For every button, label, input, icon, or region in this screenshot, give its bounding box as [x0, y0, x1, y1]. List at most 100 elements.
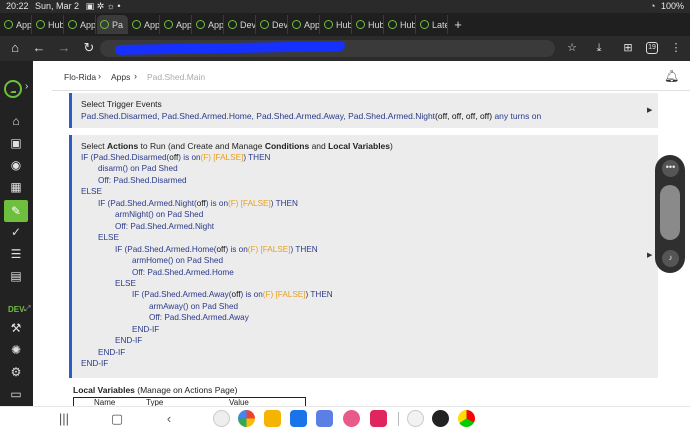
new-tab-button[interactable]: +	[448, 17, 468, 32]
action-line[interactable]: armNight() on Pad Shed	[115, 210, 203, 219]
action-line[interactable]: END-IF	[98, 348, 125, 357]
bulb-icon[interactable]: ◉	[8, 157, 24, 173]
more-icon[interactable]: •••	[662, 160, 679, 177]
expand-arrow-icon[interactable]: ▶	[647, 251, 652, 259]
redacted-url	[114, 40, 346, 56]
action-line[interactable]: Off: Pad.Shed.Armed.Away	[149, 313, 249, 322]
action-token: off	[196, 198, 206, 208]
action-token: ELSE	[98, 233, 119, 243]
recents-icon[interactable]: |||	[55, 411, 73, 427]
action-line[interactable]: armAway() on Pad Shed	[149, 302, 238, 311]
chrome-icon[interactable]	[238, 410, 255, 427]
trigger-events-card[interactable]: Select Trigger Events Pad.Shed.Disarmed,…	[69, 93, 658, 128]
tab-label: Devi	[240, 19, 256, 30]
column-header-name: Name	[94, 398, 116, 406]
download-icon[interactable]: ⤓	[591, 41, 607, 56]
devices-icon[interactable]: ▣	[8, 135, 24, 151]
browser-tab[interactable]: Hub	[321, 15, 352, 34]
bell-icon[interactable]: 🔔︎	[664, 69, 679, 83]
action-line[interactable]: ELSE	[115, 279, 136, 288]
apps-grid-icon[interactable]	[213, 410, 230, 427]
trigger-devices: Pad.Shed.Disarmed, Pad.Shed.Armed.Home, …	[81, 111, 436, 121]
system-dock: ||| ▢ ‹	[0, 406, 690, 431]
music-icon[interactable]: ♪	[662, 250, 679, 267]
settings-sliders-icon[interactable]: ☰	[8, 246, 24, 262]
action-line[interactable]: END-IF	[81, 359, 108, 368]
tools-icon[interactable]: ⚒	[8, 320, 24, 336]
action-line[interactable]: armHome() on Pad Shed	[132, 256, 223, 265]
browser-tab[interactable]: Apps	[161, 15, 192, 34]
hubitat-logo[interactable]	[4, 80, 22, 98]
scroll-handle[interactable]	[660, 185, 680, 240]
tab-count-button[interactable]: 19	[646, 42, 658, 54]
action-line[interactable]: Off: Pad.Shed.Armed.Night	[115, 222, 214, 231]
messages-icon[interactable]	[316, 410, 333, 427]
browser-tab[interactable]: Devi	[257, 15, 288, 34]
browser-tab[interactable]: Hub	[353, 15, 384, 34]
home-icon[interactable]: ⌂	[6, 40, 24, 56]
action-line[interactable]: END-IF	[132, 325, 159, 334]
dev-label: DEV	[8, 305, 25, 314]
action-line[interactable]: END-IF	[115, 336, 142, 345]
expand-icon[interactable]: ⤢	[24, 304, 30, 314]
chevron-right-icon[interactable]: ›	[25, 81, 28, 92]
browser-tab[interactable]: Apps	[289, 15, 320, 34]
browser-tab[interactable]: Devi	[225, 15, 256, 34]
apps-icon[interactable]: ▦	[8, 179, 24, 195]
folder-app-icon[interactable]	[264, 410, 281, 427]
action-line[interactable]: Off: Pad.Shed.Armed.Home	[132, 268, 234, 277]
bug-icon[interactable]: ✺	[8, 342, 24, 358]
automation-icon[interactable]: ✎	[4, 200, 28, 222]
action-token: ) THEN	[305, 290, 333, 300]
action-line[interactable]: disarm() on Pad Shed	[98, 164, 178, 173]
breadcrumb-root[interactable]: Flo-Rida	[64, 72, 96, 82]
back-icon[interactable]: ‹	[160, 411, 178, 427]
logs-icon[interactable]: ▤	[8, 268, 24, 284]
check-icon[interactable]: ✓	[8, 224, 24, 240]
action-line[interactable]: Off: Pad.Shed.Disarmed	[98, 176, 187, 185]
action-line[interactable]: ELSE	[81, 187, 102, 196]
browser-tab[interactable]: Apps	[129, 15, 160, 34]
actions-card[interactable]: Select Actions to Run (and Create and Ma…	[69, 135, 658, 378]
local-variables-label: Local Variables (Manage on Actions Page)	[73, 385, 238, 395]
translate-icon[interactable]: ⊞	[620, 41, 636, 56]
hubitat-app-icon[interactable]	[432, 410, 449, 427]
browser-tab[interactable]: Pa	[97, 15, 128, 34]
menu-icon[interactable]: ⋮	[668, 41, 684, 56]
calendar-icon[interactable]	[290, 410, 307, 427]
recent-app-icon[interactable]	[458, 410, 475, 427]
action-line[interactable]: IF (Pad.Shed.Disarmed(off) is on(F) [FAL…	[81, 153, 270, 162]
tab-label: Devi	[272, 19, 288, 30]
browser-tab[interactable]: Apps	[193, 15, 224, 34]
back-button[interactable]: ←	[30, 40, 48, 56]
browser-tab[interactable]: Apps	[65, 15, 96, 34]
notification-icons: ▣ ✲ ☼ •	[85, 1, 121, 11]
screen: 20:22 Sun, Mar 2 ▣ ✲ ☼ • ◔ 100% AppsHubA…	[0, 0, 690, 431]
star-icon[interactable]: ☆	[564, 41, 580, 56]
address-bar[interactable]: ☆ ⤓	[100, 40, 601, 57]
breadcrumb-apps[interactable]: Apps	[111, 72, 130, 82]
reload-button[interactable]: ↻	[80, 40, 98, 56]
camera-icon[interactable]	[370, 410, 387, 427]
action-token: armNight() on Pad Shed	[115, 210, 204, 220]
action-line[interactable]: IF (Pad.Shed.Armed.Home(off) is on(F) [F…	[115, 245, 318, 254]
status-bar: 20:22 Sun, Mar 2 ▣ ✲ ☼ • ◔ 100%	[0, 0, 690, 13]
action-line[interactable]: IF (Pad.Shed.Armed.Night(off) is on(F) […	[98, 199, 298, 208]
expand-arrow-icon[interactable]: ▶	[647, 106, 652, 114]
gear-icon[interactable]: ⚙	[8, 364, 24, 380]
contacts-icon[interactable]	[343, 410, 360, 427]
action-line[interactable]: ELSE	[98, 233, 119, 242]
forward-button[interactable]: →	[55, 40, 73, 56]
home-icon[interactable]: ⌂	[8, 113, 24, 129]
browser-tab[interactable]: Hub	[33, 15, 64, 34]
browser-tab[interactable]: Apps	[1, 15, 32, 34]
home-button-icon[interactable]: ▢	[108, 411, 126, 427]
hubitat-favicon-icon	[196, 20, 205, 29]
folder-icon[interactable]: ▭	[8, 386, 24, 402]
action-token: END-IF	[81, 359, 109, 369]
action-token: IF (Pad.Shed.Armed.Away(	[132, 290, 232, 300]
action-line[interactable]: IF (Pad.Shed.Armed.Away(off) is on(F) [F…	[132, 290, 333, 299]
browser-tab[interactable]: Hub	[385, 15, 416, 34]
browser-tab[interactable]: Late	[417, 15, 448, 34]
browser-app-icon[interactable]	[407, 410, 424, 427]
